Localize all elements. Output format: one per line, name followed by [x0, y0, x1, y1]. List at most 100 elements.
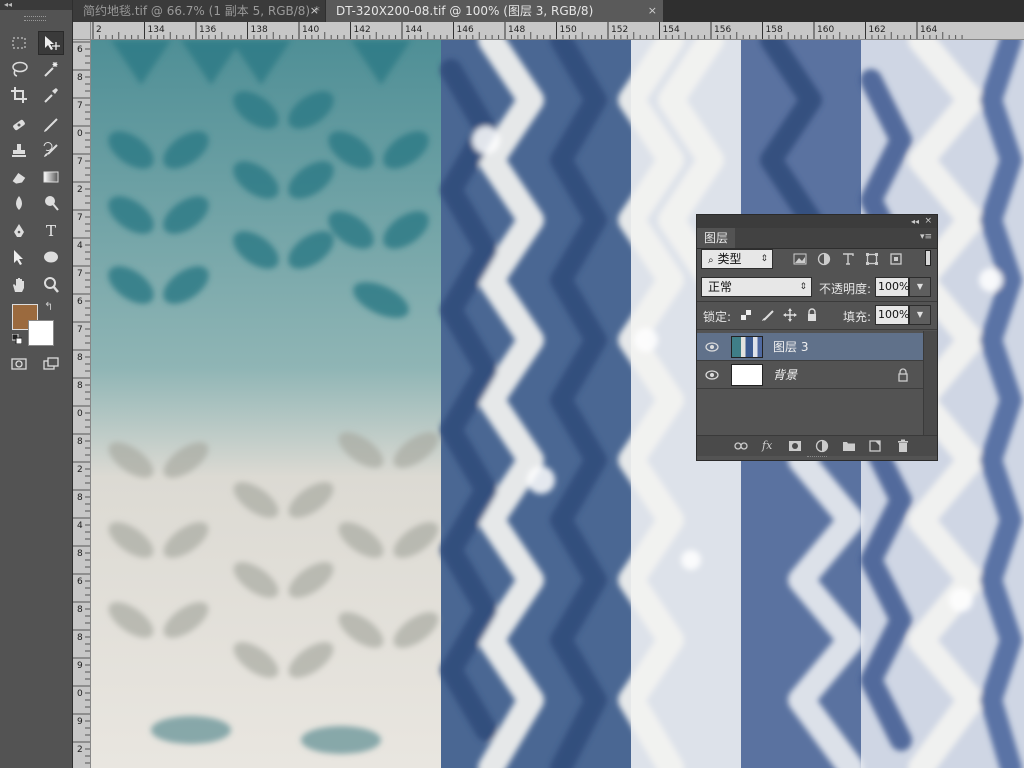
- lock-icon: [898, 368, 908, 382]
- quick-mask-icon[interactable]: [6, 352, 32, 376]
- visibility-eye-icon[interactable]: [705, 369, 719, 381]
- panel-footer: fx: [697, 435, 937, 456]
- ruler-label: 162: [869, 25, 886, 35]
- ruler-label: 148: [508, 25, 525, 35]
- spot-healing-icon[interactable]: [6, 113, 32, 137]
- panel-collapse-button[interactable]: ◂◂: [911, 215, 919, 228]
- layer-name: 图层 3: [773, 340, 809, 354]
- document-tab-active[interactable]: DT-320X200-08.tif @ 100% (图层 3, RGB/8) ×: [326, 0, 663, 22]
- ruler-label: 8: [77, 73, 83, 83]
- magic-wand-icon[interactable]: [38, 57, 64, 81]
- ruler-label: 8: [77, 493, 83, 503]
- layer-filter-kind-select[interactable]: ⌕ 类型 ⇕: [701, 249, 773, 269]
- new-group-folder-icon[interactable]: [842, 439, 856, 453]
- filter-toggle-switch[interactable]: [925, 250, 931, 266]
- tab-layers[interactable]: 图层: [697, 228, 736, 248]
- default-colors-icon[interactable]: [12, 334, 22, 344]
- close-icon[interactable]: ×: [648, 0, 657, 22]
- gradient-icon[interactable]: [38, 165, 64, 189]
- tab-title: DT-320X200-08.tif @ 100% (图层 3, RGB/8): [336, 4, 594, 18]
- divider: [697, 301, 937, 302]
- new-layer-icon[interactable]: [868, 439, 882, 453]
- ruler-label: 7: [77, 101, 83, 111]
- ruler-label: 144: [405, 25, 422, 35]
- ruler-origin[interactable]: [73, 22, 91, 40]
- ellipse-icon[interactable]: [38, 245, 64, 269]
- layer-thumbnail: [731, 364, 763, 386]
- layer-row[interactable]: 图层 3: [697, 333, 923, 361]
- layer-style-icon[interactable]: fx: [762, 439, 776, 453]
- smart-object-filter-icon[interactable]: [889, 252, 903, 266]
- add-mask-icon[interactable]: [788, 439, 802, 453]
- ruler-label: 7: [77, 269, 83, 279]
- type-filter-icon[interactable]: [841, 252, 855, 266]
- lock-label: 锁定:: [703, 310, 732, 324]
- pen-icon[interactable]: [6, 219, 32, 243]
- hand-icon[interactable]: [6, 273, 32, 297]
- ruler-label: 152: [611, 25, 628, 35]
- rectangular-marquee-icon[interactable]: [6, 31, 32, 55]
- blur-icon[interactable]: [6, 191, 32, 215]
- link-layers-icon[interactable]: [734, 439, 748, 453]
- document-tab-bar: 简约地毯.tif @ 66.7% (1 副本 5, RGB/8) * × DT-…: [73, 0, 1024, 22]
- lasso-icon[interactable]: [6, 57, 32, 81]
- fill-dropdown-button[interactable]: ▼: [909, 305, 931, 325]
- tools-panel: ◂◂ T ↰: [0, 0, 73, 768]
- eraser-icon[interactable]: [6, 165, 32, 189]
- clone-stamp-icon[interactable]: [6, 139, 32, 163]
- layer-list-scrollbar[interactable]: [923, 331, 937, 435]
- move-icon[interactable]: [38, 31, 64, 55]
- document-tab-carpet[interactable]: 简约地毯.tif @ 66.7% (1 副本 5, RGB/8) * ×: [73, 0, 325, 22]
- ruler-label: 8: [77, 381, 83, 391]
- close-icon[interactable]: ×: [924, 215, 932, 228]
- screen-mode-icon[interactable]: [38, 352, 64, 376]
- stepper-arrows-icon: ⇕: [799, 282, 807, 292]
- panel-resize-grip[interactable]: [807, 456, 827, 460]
- crop-icon[interactable]: [6, 83, 32, 107]
- opacity-field[interactable]: 100%: [875, 277, 909, 297]
- ruler-label: 7: [77, 213, 83, 223]
- search-icon: ⌕: [708, 255, 714, 266]
- type-icon[interactable]: T: [38, 219, 64, 243]
- lock-position-icon[interactable]: [783, 308, 797, 322]
- background-color-swatch[interactable]: [28, 320, 54, 346]
- ruler-label: 9: [77, 717, 83, 727]
- swap-colors-icon[interactable]: ↰: [44, 300, 53, 313]
- history-brush-icon[interactable]: [38, 139, 64, 163]
- blend-mode-select[interactable]: 正常 ⇕: [701, 277, 812, 297]
- pixel-filter-icon[interactable]: [793, 252, 807, 266]
- ruler-label: 8: [77, 437, 83, 447]
- ruler-label: 8: [77, 353, 83, 363]
- lock-image-pixels-icon[interactable]: [761, 308, 775, 322]
- panel-titlebar[interactable]: ◂◂ ×: [697, 215, 937, 228]
- ruler-label: 142: [354, 25, 371, 35]
- new-adjustment-layer-icon[interactable]: [815, 439, 829, 453]
- adjustment-filter-icon[interactable]: [817, 252, 831, 266]
- horizontal-ruler[interactable]: 2 134 136 138 140 142 144 146 148 150 152 154 156 158…: [91, 22, 1024, 40]
- fill-field[interactable]: 100%: [875, 305, 909, 325]
- dodge-icon[interactable]: [38, 191, 64, 215]
- close-icon[interactable]: ×: [310, 0, 319, 22]
- layer-thumbnail: [731, 336, 763, 358]
- ruler-label: 6: [77, 297, 83, 307]
- zoom-icon[interactable]: [38, 273, 64, 297]
- visibility-eye-icon[interactable]: [705, 341, 719, 353]
- lock-all-icon[interactable]: [805, 308, 819, 322]
- panel-menu-icon[interactable]: ▾≡: [920, 232, 932, 242]
- layer-name: 背景: [773, 368, 798, 382]
- vertical-ruler[interactable]: 6 8 7 0 7 2 7 4 7 6 7 8 8 0 8 2 8 4 8 6 8 8 9 0 9 2: [73, 40, 91, 768]
- layer-row[interactable]: 背景: [697, 361, 923, 389]
- ruler-label: 2: [77, 745, 83, 755]
- shape-filter-icon[interactable]: [865, 252, 879, 266]
- opacity-dropdown-button[interactable]: ▼: [909, 277, 931, 297]
- toolbox-collapse-button[interactable]: ◂◂: [0, 0, 72, 10]
- eyedropper-icon[interactable]: [38, 83, 64, 107]
- opacity-label: 不透明度:: [819, 282, 872, 296]
- divider: [697, 329, 937, 330]
- path-selection-icon[interactable]: [6, 245, 32, 269]
- brush-icon[interactable]: [38, 113, 64, 137]
- delete-layer-trash-icon[interactable]: [896, 439, 910, 453]
- toolbox-grip[interactable]: [24, 16, 46, 21]
- lock-transparent-pixels-icon[interactable]: [739, 308, 753, 322]
- ruler-label: 4: [77, 241, 83, 251]
